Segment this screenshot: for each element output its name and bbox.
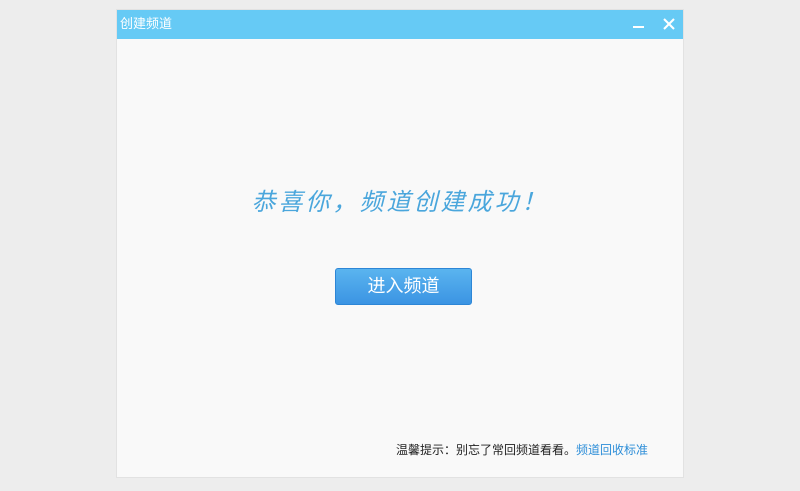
tip-text: 温馨提示：别忘了常回频道看看。 xyxy=(396,443,577,457)
success-message: 恭喜你，频道创建成功！ xyxy=(251,188,549,216)
minimize-button[interactable] xyxy=(627,14,649,35)
footer-tip: 温馨提示：别忘了常回频道看看。频道回收标准 xyxy=(396,442,648,458)
close-icon xyxy=(663,18,675,30)
titlebar: 创建频道 xyxy=(117,10,683,39)
window-title: 创建频道 xyxy=(120,17,173,32)
recycle-standard-link[interactable]: 频道回收标准 xyxy=(576,443,648,457)
close-button[interactable] xyxy=(658,14,680,35)
create-channel-dialog: 创建频道 恭喜你，频道创建成功！ 进入频道 温馨提示：别忘了常回频道看看。频道回… xyxy=(117,10,683,477)
enter-channel-button[interactable]: 进入频道 xyxy=(335,268,472,305)
minimize-icon xyxy=(633,26,644,28)
